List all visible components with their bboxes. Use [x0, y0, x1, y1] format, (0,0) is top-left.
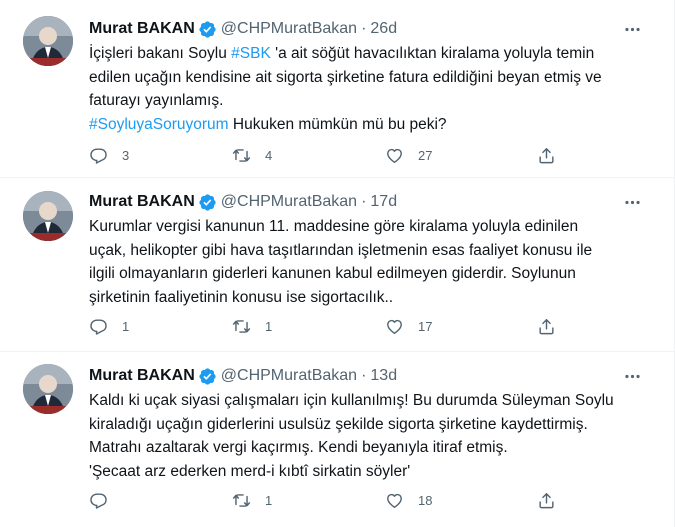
reply-button[interactable]: 3	[89, 146, 129, 165]
share-icon	[537, 491, 556, 510]
tweet-text-segment: uçak, helikopter gibi hava taşıtlarından…	[89, 241, 593, 259]
tweet-text-segment: 'a ait söğüt havacılıktan kiralama yoluy…	[270, 45, 595, 62]
avatar-image	[23, 364, 73, 414]
like-button[interactable]: 18	[385, 491, 432, 510]
reply-icon	[89, 146, 108, 165]
tweet-text-line: faturayı yayınlamış.	[89, 89, 649, 113]
share-icon	[537, 317, 556, 336]
tweet-text: Kurumlar vergisi kanunun 11. maddesine g…	[89, 215, 649, 309]
separator-dot: ·	[361, 193, 367, 210]
retweet-button[interactable]: 4	[232, 146, 272, 165]
like-button[interactable]: 17	[385, 317, 432, 336]
separator-dot: ·	[361, 367, 367, 384]
avatar[interactable]	[23, 191, 73, 241]
tweet-header: Murat BAKAN @CHPMuratBakan · 13d	[89, 365, 397, 387]
avatar-image	[23, 191, 73, 241]
more-icon[interactable]	[621, 365, 643, 387]
tweet-text-line: Kurumlar vergisi kanunun 11. maddesine g…	[89, 215, 649, 239]
tweet[interactable]: Murat BAKAN @CHPMuratBakan · 26d İçişler…	[0, 0, 675, 178]
timestamp[interactable]: 26d	[370, 20, 397, 38]
share-button[interactable]	[537, 491, 556, 510]
tweet-text-line: kiraladığı uçağın giderlerini usulsüz şe…	[89, 413, 649, 437]
reply-icon	[89, 491, 108, 510]
tweet-text-segment: Kurumlar vergisi kanunun 11. maddesine g…	[89, 218, 579, 235]
tweet-text: Kaldı ki uçak siyasi çalışmaları için ku…	[89, 389, 649, 483]
reply-button[interactable]	[89, 491, 122, 510]
tweet-text-segment: 'Şecaat arz ederken merd-i kıbtî sirkati…	[89, 462, 411, 480]
author-handle[interactable]: @CHPMuratBakan	[221, 20, 357, 38]
author-handle[interactable]: @CHPMuratBakan	[221, 367, 357, 385]
retweet-count: 4	[265, 147, 273, 163]
tweet-text-line: şirketinin faaliyetinin konusu ise sigor…	[89, 286, 649, 310]
tweet-text-segment: Kaldı ki uçak siyasi çalışmaları için ku…	[89, 392, 614, 409]
like-count: 18	[418, 492, 433, 508]
like-count: 17	[418, 318, 433, 334]
separator-dot: ·	[361, 20, 367, 37]
like-icon	[385, 146, 404, 165]
more-icon[interactable]	[621, 18, 643, 40]
tweet-text: İçişleri bakanı Soylu #SBK 'a ait söğüt …	[89, 42, 649, 136]
tweet-text-line: İçişleri bakanı Soylu #SBK 'a ait söğüt …	[89, 42, 649, 66]
tweet-actions: 1 1 17	[89, 314, 559, 338]
more-icon[interactable]	[621, 191, 643, 213]
like-icon	[385, 491, 404, 510]
avatar-image	[23, 16, 73, 66]
retweet-count: 1	[265, 492, 273, 508]
author-name[interactable]: Murat BAKAN	[89, 367, 195, 385]
author-handle[interactable]: @CHPMuratBakan	[221, 193, 357, 211]
tweet-text-segment: Hukuken mümkün mü bu peki?	[228, 115, 447, 133]
reply-icon	[89, 317, 108, 336]
like-button[interactable]: 27	[385, 146, 432, 165]
tweet-text-line: #SoyluyaSoruyorum Hukuken mümkün mü bu p…	[89, 113, 649, 137]
tweet-header: Murat BAKAN @CHPMuratBakan · 17d	[89, 191, 397, 213]
tweet-text-segment: kiraladığı uçağın giderlerini usulsüz şe…	[89, 415, 588, 433]
tweet[interactable]: Murat BAKAN @CHPMuratBakan · 13d Kaldı k…	[0, 352, 675, 527]
tweet-text-segment: edilen uçağın kendisine ait sigorta şirk…	[89, 68, 602, 86]
retweet-button[interactable]: 1	[232, 317, 272, 336]
tweet-text-segment: faturayı yayınlamış.	[89, 92, 224, 109]
tweet-text-segment: ilgili olmayanların giderleri kanunen ka…	[89, 265, 576, 282]
tweet-text-line: Matrahı azaltarak vergi kaçırmış. Kendi …	[89, 436, 649, 460]
author-name[interactable]: Murat BAKAN	[89, 193, 195, 211]
tweet-text-line: uçak, helikopter gibi hava taşıtlarından…	[89, 239, 649, 263]
tweet-text-line: edilen uçağın kendisine ait sigorta şirk…	[89, 66, 649, 90]
hashtag-link[interactable]: #SoyluyaSoruyorum	[89, 116, 229, 133]
tweet-actions: 3 4 27	[89, 143, 559, 167]
avatar[interactable]	[23, 16, 73, 66]
reply-count: 1	[122, 318, 130, 334]
retweet-icon	[232, 317, 251, 336]
tweet[interactable]: Murat BAKAN @CHPMuratBakan · 17d Kurumla…	[0, 178, 675, 352]
tweet-text-segment: İçişleri bakanı Soylu	[89, 45, 232, 62]
reply-button[interactable]: 1	[89, 317, 129, 336]
like-count: 27	[418, 147, 433, 163]
tweet-text-segment: Matrahı azaltarak vergi kaçırmış. Kendi …	[89, 439, 508, 456]
author-name[interactable]: Murat BAKAN	[89, 20, 195, 38]
retweet-button[interactable]: 1	[232, 491, 272, 510]
reply-count: 3	[122, 147, 130, 163]
verified-badge-icon	[198, 193, 217, 212]
hashtag-link[interactable]: #SBK	[231, 45, 271, 62]
retweet-count: 1	[265, 318, 273, 334]
like-icon	[385, 317, 404, 336]
tweet-text-line: ilgili olmayanların giderleri kanunen ka…	[89, 262, 649, 286]
tweet-thread: Murat BAKAN @CHPMuratBakan · 26d İçişler…	[0, 0, 675, 527]
avatar[interactable]	[23, 364, 73, 414]
tweet-header: Murat BAKAN @CHPMuratBakan · 26d	[89, 18, 397, 40]
share-icon	[537, 146, 556, 165]
retweet-icon	[232, 146, 251, 165]
verified-badge-icon	[198, 367, 217, 386]
verified-badge-icon	[198, 20, 217, 39]
timestamp[interactable]: 17d	[370, 193, 397, 211]
share-button[interactable]	[537, 317, 556, 336]
tweet-text-segment: şirketinin faaliyetinin konusu ise sigor…	[89, 288, 394, 306]
share-button[interactable]	[537, 146, 556, 165]
timestamp[interactable]: 13d	[370, 367, 397, 385]
tweet-actions: 1 18	[89, 488, 559, 512]
tweet-text-line: Kaldı ki uçak siyasi çalışmaları için ku…	[89, 389, 649, 413]
tweet-text-line: 'Şecaat arz ederken merd-i kıbtî sirkati…	[89, 460, 649, 484]
retweet-icon	[232, 491, 251, 510]
